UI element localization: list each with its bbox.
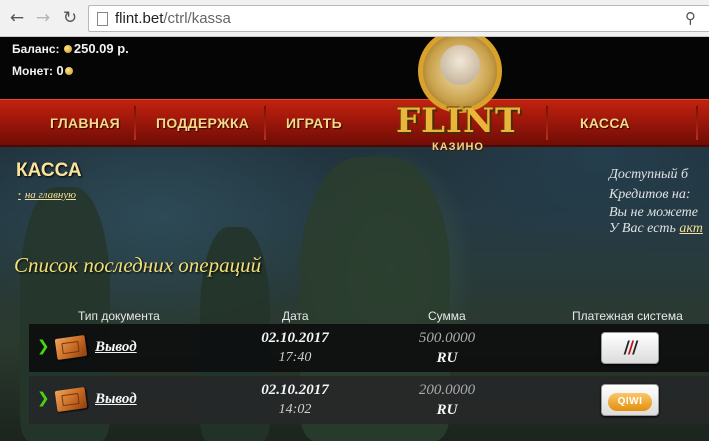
operation-currency: RU xyxy=(436,350,458,366)
payment-system-qiwi[interactable]: QIWI xyxy=(601,384,659,416)
main-menu: ГЛАВНАЯ ПОДДЕРЖКА ИГРАТЬ КАССА xyxy=(0,99,709,147)
menu-item-cashier[interactable]: КАССА xyxy=(580,100,630,146)
operation-time: 17:40 xyxy=(278,350,312,365)
menu-divider xyxy=(134,106,136,140)
url-host: flint.bet xyxy=(115,10,164,27)
operation-date: 02.10.2017 xyxy=(261,330,329,346)
table-row: ❯ Вывод 02.10.2017 17:40 500.0000 RU /// xyxy=(29,324,709,372)
info-bonus-link[interactable]: акт xyxy=(679,221,702,236)
back-arrow-icon[interactable]: ← xyxy=(6,7,28,29)
pirate-face-icon xyxy=(440,45,480,85)
info-bonus-text: У Вас есть xyxy=(609,221,680,236)
menu-item-home[interactable]: ГЛАВНАЯ xyxy=(50,100,120,146)
column-header-amount: Сумма xyxy=(428,309,466,323)
coin-icon xyxy=(64,67,73,75)
operation-date: 02.10.2017 xyxy=(261,382,329,398)
table-row: ❯ Вывод 02.10.2017 14:02 200.0000 RU QIW… xyxy=(29,376,709,424)
url-text[interactable]: flint.bet/ctrl/kassa xyxy=(115,10,231,27)
info-bonus: У Вас есть акт xyxy=(609,221,703,237)
webmoney-logo-icon: /// xyxy=(623,338,639,358)
info-available: Доступный б xyxy=(609,167,689,182)
info-restriction: Вы не можете xyxy=(609,205,698,220)
operation-amount: 500.0000 xyxy=(418,330,476,346)
operation-amount: 200.0000 xyxy=(418,382,476,398)
payment-system-webmoney[interactable]: /// xyxy=(601,332,659,364)
url-path: /ctrl/kassa xyxy=(163,10,231,27)
page-icon xyxy=(97,12,108,26)
logo-name: FLINT xyxy=(396,101,522,141)
coins-value: 0 xyxy=(56,63,64,78)
site-page: Баланс: 250.09 р. Монет: 0 ГЛАВНАЯ ПОДДЕ… xyxy=(0,37,709,441)
menu-item-play[interactable]: ИГРАТЬ xyxy=(286,100,342,146)
menu-divider xyxy=(546,106,548,140)
operations-title: Список последних операций xyxy=(14,253,262,277)
balance-row: Баланс: 250.09 р. xyxy=(12,41,129,56)
browser-toolbar: ← → ↻ flint.bet/ctrl/kassa ⚲ xyxy=(0,0,709,37)
coins-label: Монет: xyxy=(12,64,53,78)
qiwi-logo-icon: QIWI xyxy=(608,393,652,411)
reload-icon[interactable]: ↻ xyxy=(59,7,81,29)
operation-type-link[interactable]: Вывод xyxy=(95,339,137,356)
balance-label: Баланс: xyxy=(12,42,60,56)
forward-arrow-icon[interactable]: → xyxy=(32,7,54,29)
operation-currency: RU xyxy=(436,402,458,418)
menu-divider xyxy=(264,106,266,140)
account-bar: Баланс: 250.09 р. Монет: 0 xyxy=(0,37,709,99)
flint-logo[interactable]: FLINT КАЗИНО xyxy=(388,37,528,159)
document-icon xyxy=(54,335,88,360)
menu-item-support[interactable]: ПОДДЕРЖКА xyxy=(156,100,249,146)
column-header-payment: Платежная система xyxy=(572,309,683,323)
menu-divider xyxy=(696,106,698,140)
column-header-type: Тип документа xyxy=(78,309,160,323)
coin-icon xyxy=(63,45,72,53)
column-header-date: Дата xyxy=(282,309,309,323)
balance-value: 250.09 р. xyxy=(73,41,129,56)
page-title: КАССА xyxy=(16,160,82,181)
chevron-right-icon[interactable]: ❯ xyxy=(37,337,50,355)
zoom-icon[interactable]: ⚲ xyxy=(685,9,696,27)
logo-subtitle: КАЗИНО xyxy=(432,141,484,153)
home-link[interactable]: на главную xyxy=(18,189,76,201)
chevron-right-icon[interactable]: ❯ xyxy=(37,389,50,407)
operation-time: 14:02 xyxy=(278,402,312,417)
address-bar[interactable]: flint.bet/ctrl/kassa ⚲ xyxy=(88,5,709,32)
info-credits: Кредитов на: xyxy=(609,187,691,202)
document-icon xyxy=(54,387,88,412)
coins-row: Монет: 0 xyxy=(12,63,75,78)
operation-type-link[interactable]: Вывод xyxy=(95,391,137,408)
